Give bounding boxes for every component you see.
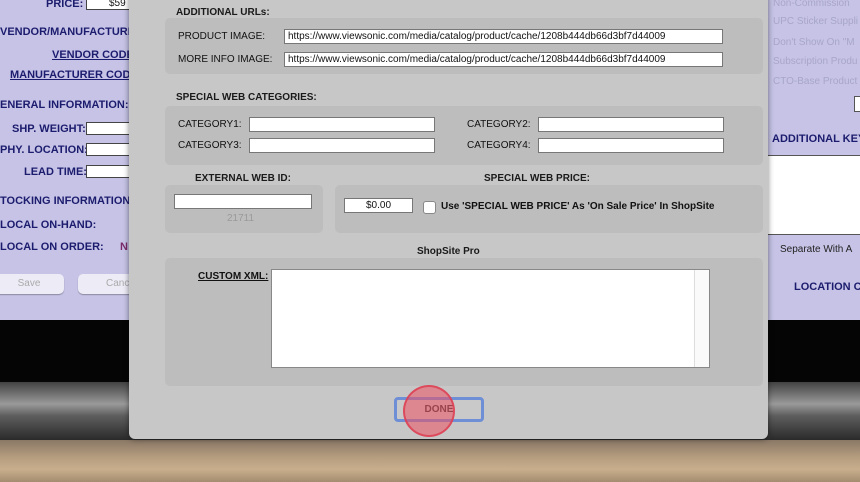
lead-time-field[interactable] <box>86 165 130 178</box>
additional-urls-heading: ADDITIONAL URLs: <box>176 7 270 18</box>
external-web-id-panel <box>165 185 323 233</box>
local-on-order-value: N <box>120 241 128 253</box>
local-on-hand-label: LOCAL ON-HAND: <box>0 219 97 231</box>
category4-label: CATEGORY4: <box>467 140 531 151</box>
non-commission-option: Non-Commission <box>773 0 850 9</box>
external-web-id-heading: EXTERNAL WEB ID: <box>195 173 291 184</box>
local-on-order-label: LOCAL ON ORDER: <box>0 241 104 253</box>
price-value: $59 <box>109 0 126 9</box>
custom-xml-textarea[interactable] <box>271 269 710 368</box>
right-small-field[interactable] <box>854 96 860 112</box>
location-heading: LOCATION C <box>794 281 860 293</box>
use-special-price-label: Use 'SPECIAL WEB PRICE' As 'On Sale Pric… <box>441 201 715 212</box>
use-special-price-checkbox[interactable] <box>423 201 436 214</box>
more-info-image-label: MORE INFO IMAGE: <box>178 54 273 65</box>
price-field[interactable]: $59 <box>86 0 130 10</box>
stocking-information-heading: TOCKING INFORMATION: <box>0 195 130 207</box>
desktop-wallpaper <box>0 440 860 482</box>
additional-keywords-heading: ADDITIONAL KEY <box>772 133 860 145</box>
upc-sticker-option: UPC Sticker Suppli <box>773 16 859 27</box>
general-information-heading: ENERAL INFORMATION: <box>0 99 129 111</box>
custom-xml-link[interactable]: CUSTOM XML: <box>198 271 268 282</box>
dont-show-option: Don't Show On "M <box>773 37 855 48</box>
phy-location-label: PHY. LOCATION: <box>0 144 88 156</box>
special-web-categories-panel <box>165 106 763 165</box>
special-web-categories-heading: SPECIAL WEB CATEGORIES: <box>176 92 317 103</box>
save-button-label: Save <box>17 278 41 289</box>
category1-field[interactable] <box>249 117 435 132</box>
separate-hint: Separate With A <box>780 244 853 255</box>
subscription-option: Subscription Produ <box>773 56 858 67</box>
custom-xml-scrollbar[interactable] <box>694 270 709 367</box>
cancel-button-label: Canc <box>106 278 130 289</box>
special-web-price-heading: SPECIAL WEB PRICE: <box>484 173 590 184</box>
external-web-id-field[interactable] <box>174 194 312 209</box>
manufacturer-code-link[interactable]: MANUFACTURER CODE <box>10 69 130 81</box>
category3-label: CATEGORY3: <box>178 140 242 151</box>
shp-weight-field[interactable] <box>86 122 130 135</box>
more-info-image-field[interactable]: https://www.viewsonic.com/media/catalog/… <box>284 52 723 67</box>
vendor-heading: VENDOR/MANUFACTURER <box>0 26 130 38</box>
external-web-id-hint: 21711 <box>227 213 255 224</box>
special-web-price-field[interactable]: $0.00 <box>344 198 413 213</box>
lead-time-label: LEAD TIME: <box>24 166 87 178</box>
done-button[interactable]: DONE <box>394 397 484 422</box>
cancel-button[interactable]: Canc <box>78 274 130 294</box>
shopsite-pro-heading: ShopSite Pro <box>417 246 480 257</box>
cto-base-option: CTO-Base Product <box>773 76 858 87</box>
done-button-label: DONE <box>424 404 454 415</box>
phy-location-field[interactable] <box>86 143 130 156</box>
background-right-window: Non-Commission UPC Sticker Suppli Don't … <box>768 0 860 320</box>
product-image-label: PRODUCT IMAGE: <box>178 31 266 42</box>
category2-label: CATEGORY2: <box>467 119 531 130</box>
category4-field[interactable] <box>538 138 724 153</box>
save-button[interactable]: Save <box>0 274 64 294</box>
vendor-code-link[interactable]: VENDOR CODE <box>52 49 130 61</box>
shp-weight-label: SHP. WEIGHT: <box>12 123 86 135</box>
price-label: PRICE: <box>46 0 84 10</box>
category3-field[interactable] <box>249 138 435 153</box>
product-image-field[interactable]: https://www.viewsonic.com/media/catalog/… <box>284 29 723 44</box>
category1-label: CATEGORY1: <box>178 119 242 130</box>
additional-info-dialog: ADDITIONAL URLs: PRODUCT IMAGE: https://… <box>129 0 768 439</box>
category2-field[interactable] <box>538 117 724 132</box>
background-left-window: PRICE: $59 VENDOR/MANUFACTURER VENDOR CO… <box>0 0 130 320</box>
additional-keywords-field[interactable] <box>768 155 860 235</box>
